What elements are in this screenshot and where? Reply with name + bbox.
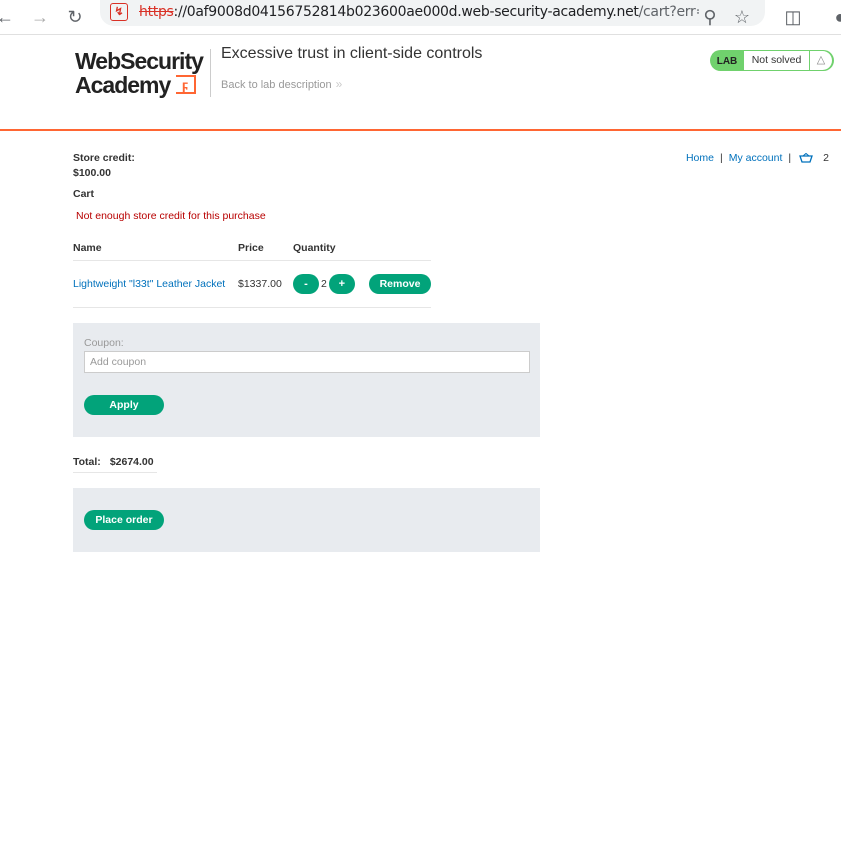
apply-coupon-button[interactable]: Apply [84,395,164,415]
bookmark-star-icon[interactable]: ☆ [731,6,753,28]
profile-icon[interactable]: ● [829,6,841,28]
url-path: /cart?err=IN... [638,4,699,20]
store-credit-value: $100.00 [73,167,111,179]
lab-title: Excessive trust in client-side controls [221,45,483,62]
place-order-button[interactable]: Place order [84,510,164,530]
total-label: Total: [73,456,101,468]
logo-line1: WebSecurity [75,48,204,74]
product-price: $1337.00 [238,260,293,308]
coupon-input[interactable] [84,351,530,373]
column-header-price: Price [238,237,293,261]
header-divider [210,49,211,97]
error-message: Not enough store credit for this purchas… [76,210,266,222]
cart-count: 2 [823,152,829,164]
logo-line2: Academy [75,72,171,98]
top-nav: Home | My account | 2 [686,152,829,164]
url-scheme: https [139,4,174,20]
header-accent-line [0,129,841,131]
reload-icon[interactable]: ↻ [64,6,86,28]
cart-table: Name Price Quantity Lightweight "l33t" L… [73,237,431,308]
quantity-value: 2 [321,278,327,290]
total-amount: $2674.00 [109,456,154,468]
column-header-quantity: Quantity [293,237,369,261]
table-row: Lightweight "l33t" Leather Jacket $1337.… [73,260,431,308]
column-header-actions [369,237,431,261]
logo-lightning-icon: ϝ [176,75,196,94]
store-credit-label: Store credit: [73,152,135,164]
lab-status-text: Not solved [744,51,809,70]
url-host: ://0af9008d04156752814b023600ae000d.web-… [173,4,639,20]
back-arrow-icon[interactable]: ← [0,6,16,28]
cart-link[interactable] [797,152,814,164]
zoom-icon[interactable]: ⚲ [699,6,721,28]
nav-separator: | [719,152,723,164]
coupon-label: Coupon: [84,337,124,349]
basket-icon [799,153,814,163]
cart-header-row: Name Price Quantity [73,237,431,261]
extensions-icon[interactable]: ◫ [782,6,804,28]
checkout-form: Place order [73,488,540,552]
not-secure-icon[interactable]: ↯ [110,3,128,21]
coupon-form: Coupon: Apply [73,323,540,437]
remove-button[interactable]: Remove [369,274,431,294]
decrement-quantity-button[interactable]: - [293,274,319,294]
nav-home-link[interactable]: Home [686,152,714,164]
nav-separator: | [788,152,792,164]
double-chevron-icon: » [335,77,343,91]
web-security-academy-logo[interactable]: WebSecurity Academy ϝ [75,49,208,97]
flask-icon: △ [810,51,832,70]
nav-my-account-link[interactable]: My account [729,152,783,164]
url-text[interactable]: https://0af9008d04156752814b023600ae000d… [139,3,699,21]
lab-status-badge: LAB Not solved △ [710,50,834,71]
cart-heading: Cart [73,188,95,200]
total-row: Total: $2674.00 [73,450,157,473]
increment-quantity-button[interactable]: + [328,274,355,294]
back-to-lab-link[interactable]: Back to lab description» [221,77,342,91]
browser-toolbar: ← → ↻ ↯ https://0af9008d04156752814b0236… [0,0,841,35]
back-link-label: Back to lab description [221,79,332,91]
forward-arrow-icon[interactable]: → [29,6,51,28]
product-link[interactable]: Lightweight "l33t" Leather Jacket [73,278,225,290]
column-header-name: Name [73,237,238,261]
lab-tag: LAB [712,51,742,70]
